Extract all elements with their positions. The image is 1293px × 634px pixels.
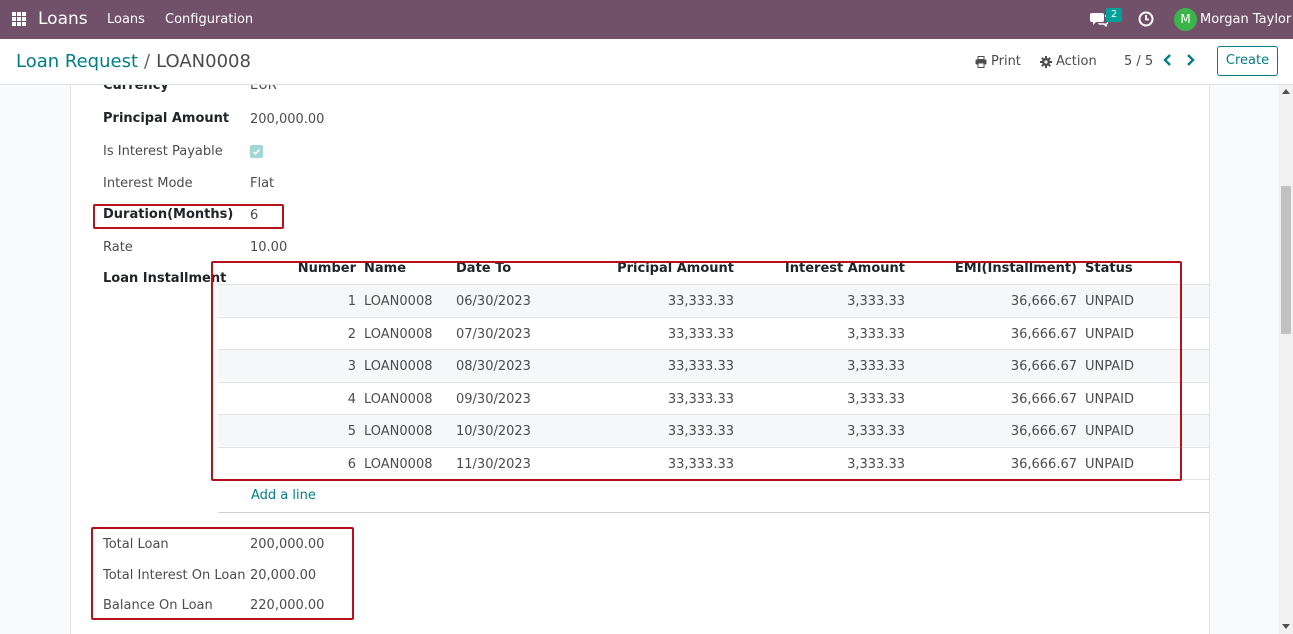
breadcrumb-separator: / (144, 51, 151, 72)
interest-payable-label: Is Interest Payable (103, 144, 223, 159)
print-button[interactable]: Print (975, 54, 1021, 69)
interest-payable-checkbox[interactable] (250, 145, 263, 158)
scrollbar-thumb[interactable] (1281, 186, 1291, 334)
user-name[interactable]: Morgan Taylor (1200, 12, 1291, 27)
user-avatar[interactable]: M (1174, 8, 1197, 31)
gear-icon (1040, 55, 1052, 68)
principal-amount-value[interactable]: 200,000.00 (250, 112, 324, 127)
page-scrollbar[interactable] (1279, 85, 1293, 634)
print-icon (975, 55, 987, 68)
action-label: Action (1056, 54, 1097, 69)
interest-mode-value[interactable]: Flat (250, 176, 274, 191)
pager-previous-icon[interactable] (1162, 53, 1174, 67)
table-end-divider (218, 512, 1209, 513)
scroll-down-icon[interactable] (1282, 624, 1290, 629)
rate-label: Rate (103, 240, 133, 255)
breadcrumb: Loan Request / LOAN0008 (16, 51, 251, 72)
activity-clock-icon[interactable] (1138, 11, 1154, 27)
menu-item-loans[interactable]: Loans (107, 12, 145, 27)
check-icon (252, 148, 261, 155)
apps-menu-icon[interactable] (12, 12, 26, 26)
duration-highlight-box (93, 204, 284, 229)
principal-amount-label: Principal Amount (103, 111, 230, 126)
print-label: Print (991, 54, 1021, 69)
breadcrumb-current: LOAN0008 (156, 51, 251, 72)
top-navbar: Loans Loans Configuration 2 M Morgan Tay… (0, 0, 1293, 39)
app-name[interactable]: Loans (38, 9, 88, 29)
action-button[interactable]: Action (1040, 54, 1097, 69)
create-button[interactable]: Create (1217, 46, 1278, 76)
interest-mode-label: Interest Mode (103, 176, 193, 191)
chat-count-badge: 2 (1106, 8, 1122, 22)
pager-next-icon[interactable] (1184, 53, 1196, 67)
control-panel: Loan Request / LOAN0008 Print Action 5 / 5… (0, 39, 1293, 85)
add-line-link[interactable]: Add a line (251, 488, 316, 503)
menu-item-configuration[interactable]: Configuration (165, 12, 253, 27)
scroll-up-icon[interactable] (1282, 89, 1290, 94)
pager-value[interactable]: 5 / 5 (1124, 54, 1153, 69)
totals-highlight-box (91, 527, 354, 620)
loan-installment-label: Loan Installment (103, 271, 227, 286)
rate-value[interactable]: 10.00 (250, 240, 287, 255)
breadcrumb-parent-link[interactable]: Loan Request (16, 51, 138, 72)
installment-highlight-box (211, 261, 1182, 481)
